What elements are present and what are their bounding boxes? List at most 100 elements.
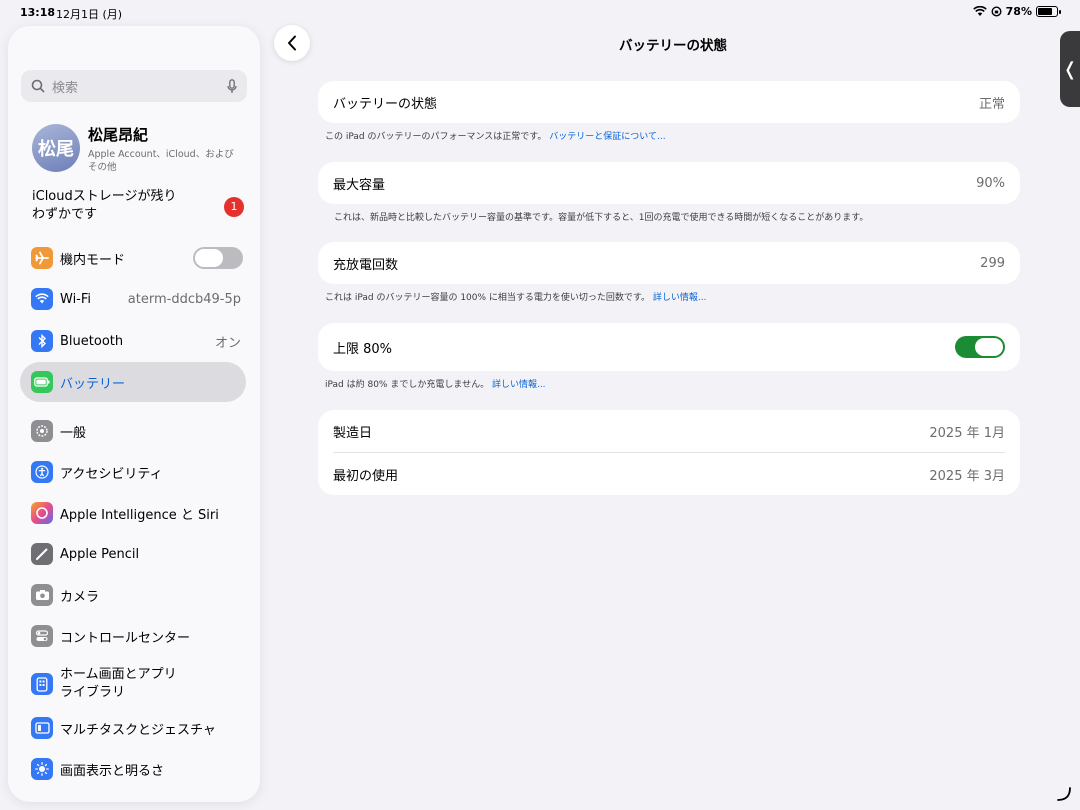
sidebar-item-accessibility[interactable]: アクセシビリティ [20,452,246,492]
icloud-storage-alert[interactable]: iCloudストレージが残り わずかです 1 [32,188,244,224]
bluetooth-icon [31,330,53,352]
sidebar-item-label: Wi-Fi [60,291,92,307]
sidebar-item-label: Apple Pencil [60,546,140,562]
cycle-count-note: これは iPad のバッテリー容量の 100% に相当する電力を使い切った回数で… [325,293,651,303]
sidebar-item-camera[interactable]: カメラ [20,575,246,615]
cycle-count-row: 充放電回数 299 [318,242,1020,284]
first-use-label: 最初の使用 [333,468,399,484]
home-screen-icon [31,673,53,695]
sidebar-item-label: Bluetooth [60,333,124,349]
chevron-left-icon: ❬ [1062,58,1078,80]
multitask-icon [31,717,53,739]
profile-subtitle: Apple Account、iCloud、およびその他 [88,149,234,173]
profile-row[interactable]: 松尾 松尾昂紀 Apple Account、iCloud、およびその他 [32,124,247,174]
charge-limit-footnote: iPad は約 80% までしか充電しません。 詳しい情報... [325,377,546,390]
sidebar-item-label: バッテリー [60,376,126,392]
accessibility-icon [31,461,53,483]
cycle-count-card: 充放電回数 299 [318,242,1020,284]
sidebar-item-airplane-mode[interactable]: 機内モード [20,238,246,278]
avatar: 松尾 [32,124,80,172]
sidebar-item-general[interactable]: 一般 [20,411,246,451]
icloud-alert-line1: iCloudストレージが残り [32,189,177,204]
battery-percent: 78% [1005,5,1032,18]
battery-health-note: この iPad のバッテリーのパフォーマンスは正常です。 [325,132,547,142]
lock-rotation-icon [991,6,1002,17]
cycle-count-label: 充放電回数 [333,257,399,273]
sidebar-item-control-center[interactable]: コントロールセンター [20,616,246,656]
sidebar-item-label-line2: ライブラリ [60,685,126,700]
charge-limit-info-link[interactable]: 詳しい情報... [492,380,546,390]
status-bar: 13:18 12月1日 (月) 78% [0,0,1080,26]
search-placeholder: 検索 [52,80,79,96]
battery-status-icon [1036,6,1061,17]
slide-over-handle[interactable]: ❬ [1060,31,1080,107]
airplane-icon [31,247,53,269]
manufacture-date-value: 2025 年 1月 [929,425,1005,441]
sidebar-item-label: 機内モード [60,252,126,268]
page-title: バッテリーの状態 [619,38,727,54]
status-time: 13:18 [20,6,56,19]
battery-health-row: バッテリーの状態 正常 [318,81,1020,123]
max-capacity-row: 最大容量 90% [318,162,1020,204]
resize-corner-icon[interactable] [1056,786,1072,802]
sidebar-item-label-line1: ホーム画面とアプリ [60,667,177,682]
sidebar-item-bluetooth[interactable]: Bluetooth オン [20,321,246,361]
sidebar-item-home-screen[interactable]: ホーム画面とアプリ ライブラリ [20,662,246,706]
battery-health-label: バッテリーの状態 [333,96,438,112]
battery-health-value: 正常 [978,96,1005,112]
sidebar-item-label: マルチタスクとジェスチャ [60,722,216,738]
settings-sidebar: 検索 松尾 松尾昂紀 Apple Account、iCloud、およびその他 i… [8,26,260,802]
first-use-value: 2025 年 3月 [929,468,1005,484]
sidebar-item-label: コントロールセンター [60,630,191,646]
charge-limit-note: iPad は約 80% までしか充電しません。 [325,380,490,390]
status-right: 78% [972,5,1061,18]
sidebar-item-apple-intelligence-siri[interactable]: Apple Intelligence と Siri [20,493,246,533]
wifi-status-icon [972,6,987,16]
max-capacity-value: 90% [976,175,1005,191]
dates-card: 製造日 2025 年 1月 最初の使用 2025 年 3月 [318,410,1020,495]
battery-warranty-link[interactable]: バッテリーと保証について... [549,132,665,142]
icloud-alert-line2: わずかです [32,207,98,222]
cycle-count-value: 299 [980,255,1005,271]
wifi-network-name: aterm-ddcb49-5p [127,291,241,307]
back-button[interactable] [274,25,310,61]
manufacture-date-label: 製造日 [333,425,373,441]
sidebar-item-label: カメラ [60,589,100,605]
sidebar-item-apple-pencil[interactable]: Apple Pencil [20,534,246,574]
gear-icon [31,420,53,442]
manufacture-date-row: 製造日 2025 年 1月 [318,410,1020,452]
sidebar-item-battery[interactable]: バッテリー [20,362,246,402]
chevron-left-icon [288,35,296,51]
cycle-info-link[interactable]: 詳しい情報... [653,293,707,303]
charge-limit-label: 上限 80% [333,341,393,357]
charge-limit-toggle[interactable] [955,336,1005,358]
charge-limit-card: 上限 80% [318,323,1020,371]
max-capacity-label: 最大容量 [333,177,386,193]
sidebar-item-wifi[interactable]: Wi-Fi aterm-ddcb49-5p [20,279,246,319]
profile-name: 松尾昂紀 [88,126,149,144]
wifi-icon [31,288,53,310]
bluetooth-status: オン [214,335,241,351]
sidebar-item-label: アクセシビリティ [60,466,163,482]
cycle-count-footnote: これは iPad のバッテリー容量の 100% に相当する電力を使い切った回数で… [325,290,707,303]
camera-icon [31,584,53,606]
sidebar-item-multitasking[interactable]: マルチタスクとジェスチャ [20,708,246,748]
sidebar-item-label: Apple Intelligence と Siri [60,507,219,523]
search-field[interactable]: 検索 [21,70,247,102]
battery-health-card: バッテリーの状態 正常 [318,81,1020,123]
status-date: 12月1日 (月) [56,8,123,21]
brightness-icon [31,758,53,780]
switches-icon [31,625,53,647]
pencil-icon [31,543,53,565]
microphone-icon[interactable] [227,78,237,94]
max-capacity-footnote: これは、新品時と比較したバッテリー容量の基準です。容量が低下すると、1回の充電で… [334,213,869,223]
sidebar-item-display-brightness[interactable]: 画面表示と明るさ [20,749,246,789]
siri-icon [31,502,53,524]
sidebar-item-label: 画面表示と明るさ [60,763,165,779]
first-use-row: 最初の使用 2025 年 3月 [318,453,1020,495]
battery-health-footnote: この iPad のバッテリーのパフォーマンスは正常です。 バッテリーと保証につい… [325,129,666,142]
charge-limit-row: 上限 80% [318,323,1020,371]
max-capacity-card: 最大容量 90% [318,162,1020,204]
sidebar-item-label: 一般 [60,425,87,441]
airplane-mode-toggle[interactable] [193,247,243,269]
